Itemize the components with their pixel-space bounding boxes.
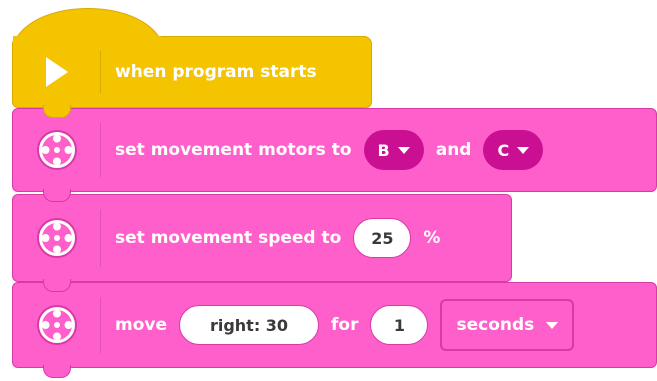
hat-cap-cover — [13, 36, 161, 46]
dropdown-value: B — [377, 140, 390, 160]
input-value: right: 30 — [209, 315, 289, 335]
block-label: when program starts — [115, 62, 317, 82]
input-value: 1 — [393, 315, 406, 335]
duration-input[interactable]: 1 — [370, 305, 429, 345]
separator — [100, 209, 101, 267]
code-canvas: when program starts set movement motors … — [0, 0, 657, 381]
motor-port-dropdown-1[interactable]: B — [363, 130, 424, 170]
block-label: move — [115, 315, 168, 335]
dropdown-value: seconds — [456, 315, 535, 335]
unit-label: % — [423, 228, 441, 248]
block-icon-zone — [13, 37, 101, 107]
direction-input[interactable]: right: 30 — [179, 305, 320, 345]
block-label: set movement motors to — [115, 140, 352, 160]
chevron-down-icon — [517, 146, 530, 154]
block-connector-notch — [43, 365, 71, 378]
when-program-starts-block[interactable]: when program starts — [12, 36, 372, 118]
for-label: for — [331, 315, 359, 335]
separator — [100, 51, 101, 93]
block-icon-zone — [13, 283, 101, 367]
input-value: 25 — [371, 228, 394, 248]
chevron-down-icon — [546, 321, 559, 329]
block-connector-notch — [43, 189, 71, 202]
move-block[interactable]: move right: 30 for 1 seconds — [12, 282, 657, 378]
motor-port-dropdown-2[interactable]: C — [483, 130, 544, 170]
dropdown-value: C — [497, 140, 510, 160]
block-icon-zone — [13, 109, 101, 191]
separator — [100, 123, 101, 177]
connector-label: and — [435, 140, 472, 160]
set-movement-motors-block[interactable]: set movement motors to B and C — [12, 108, 657, 202]
motor-pair-icon — [37, 130, 77, 170]
motor-pair-icon — [37, 305, 77, 345]
block-label: set movement speed to — [115, 228, 342, 248]
separator — [100, 297, 101, 353]
block-icon-zone — [13, 195, 101, 281]
block-connector-notch — [43, 105, 71, 118]
speed-input[interactable]: 25 — [353, 218, 412, 258]
motor-pair-icon — [37, 218, 77, 258]
chevron-down-icon — [397, 146, 410, 154]
play-icon — [46, 57, 68, 87]
unit-dropdown[interactable]: seconds — [440, 299, 575, 351]
set-movement-speed-block[interactable]: set movement speed to 25 % — [12, 194, 512, 292]
block-connector-notch — [43, 279, 71, 292]
